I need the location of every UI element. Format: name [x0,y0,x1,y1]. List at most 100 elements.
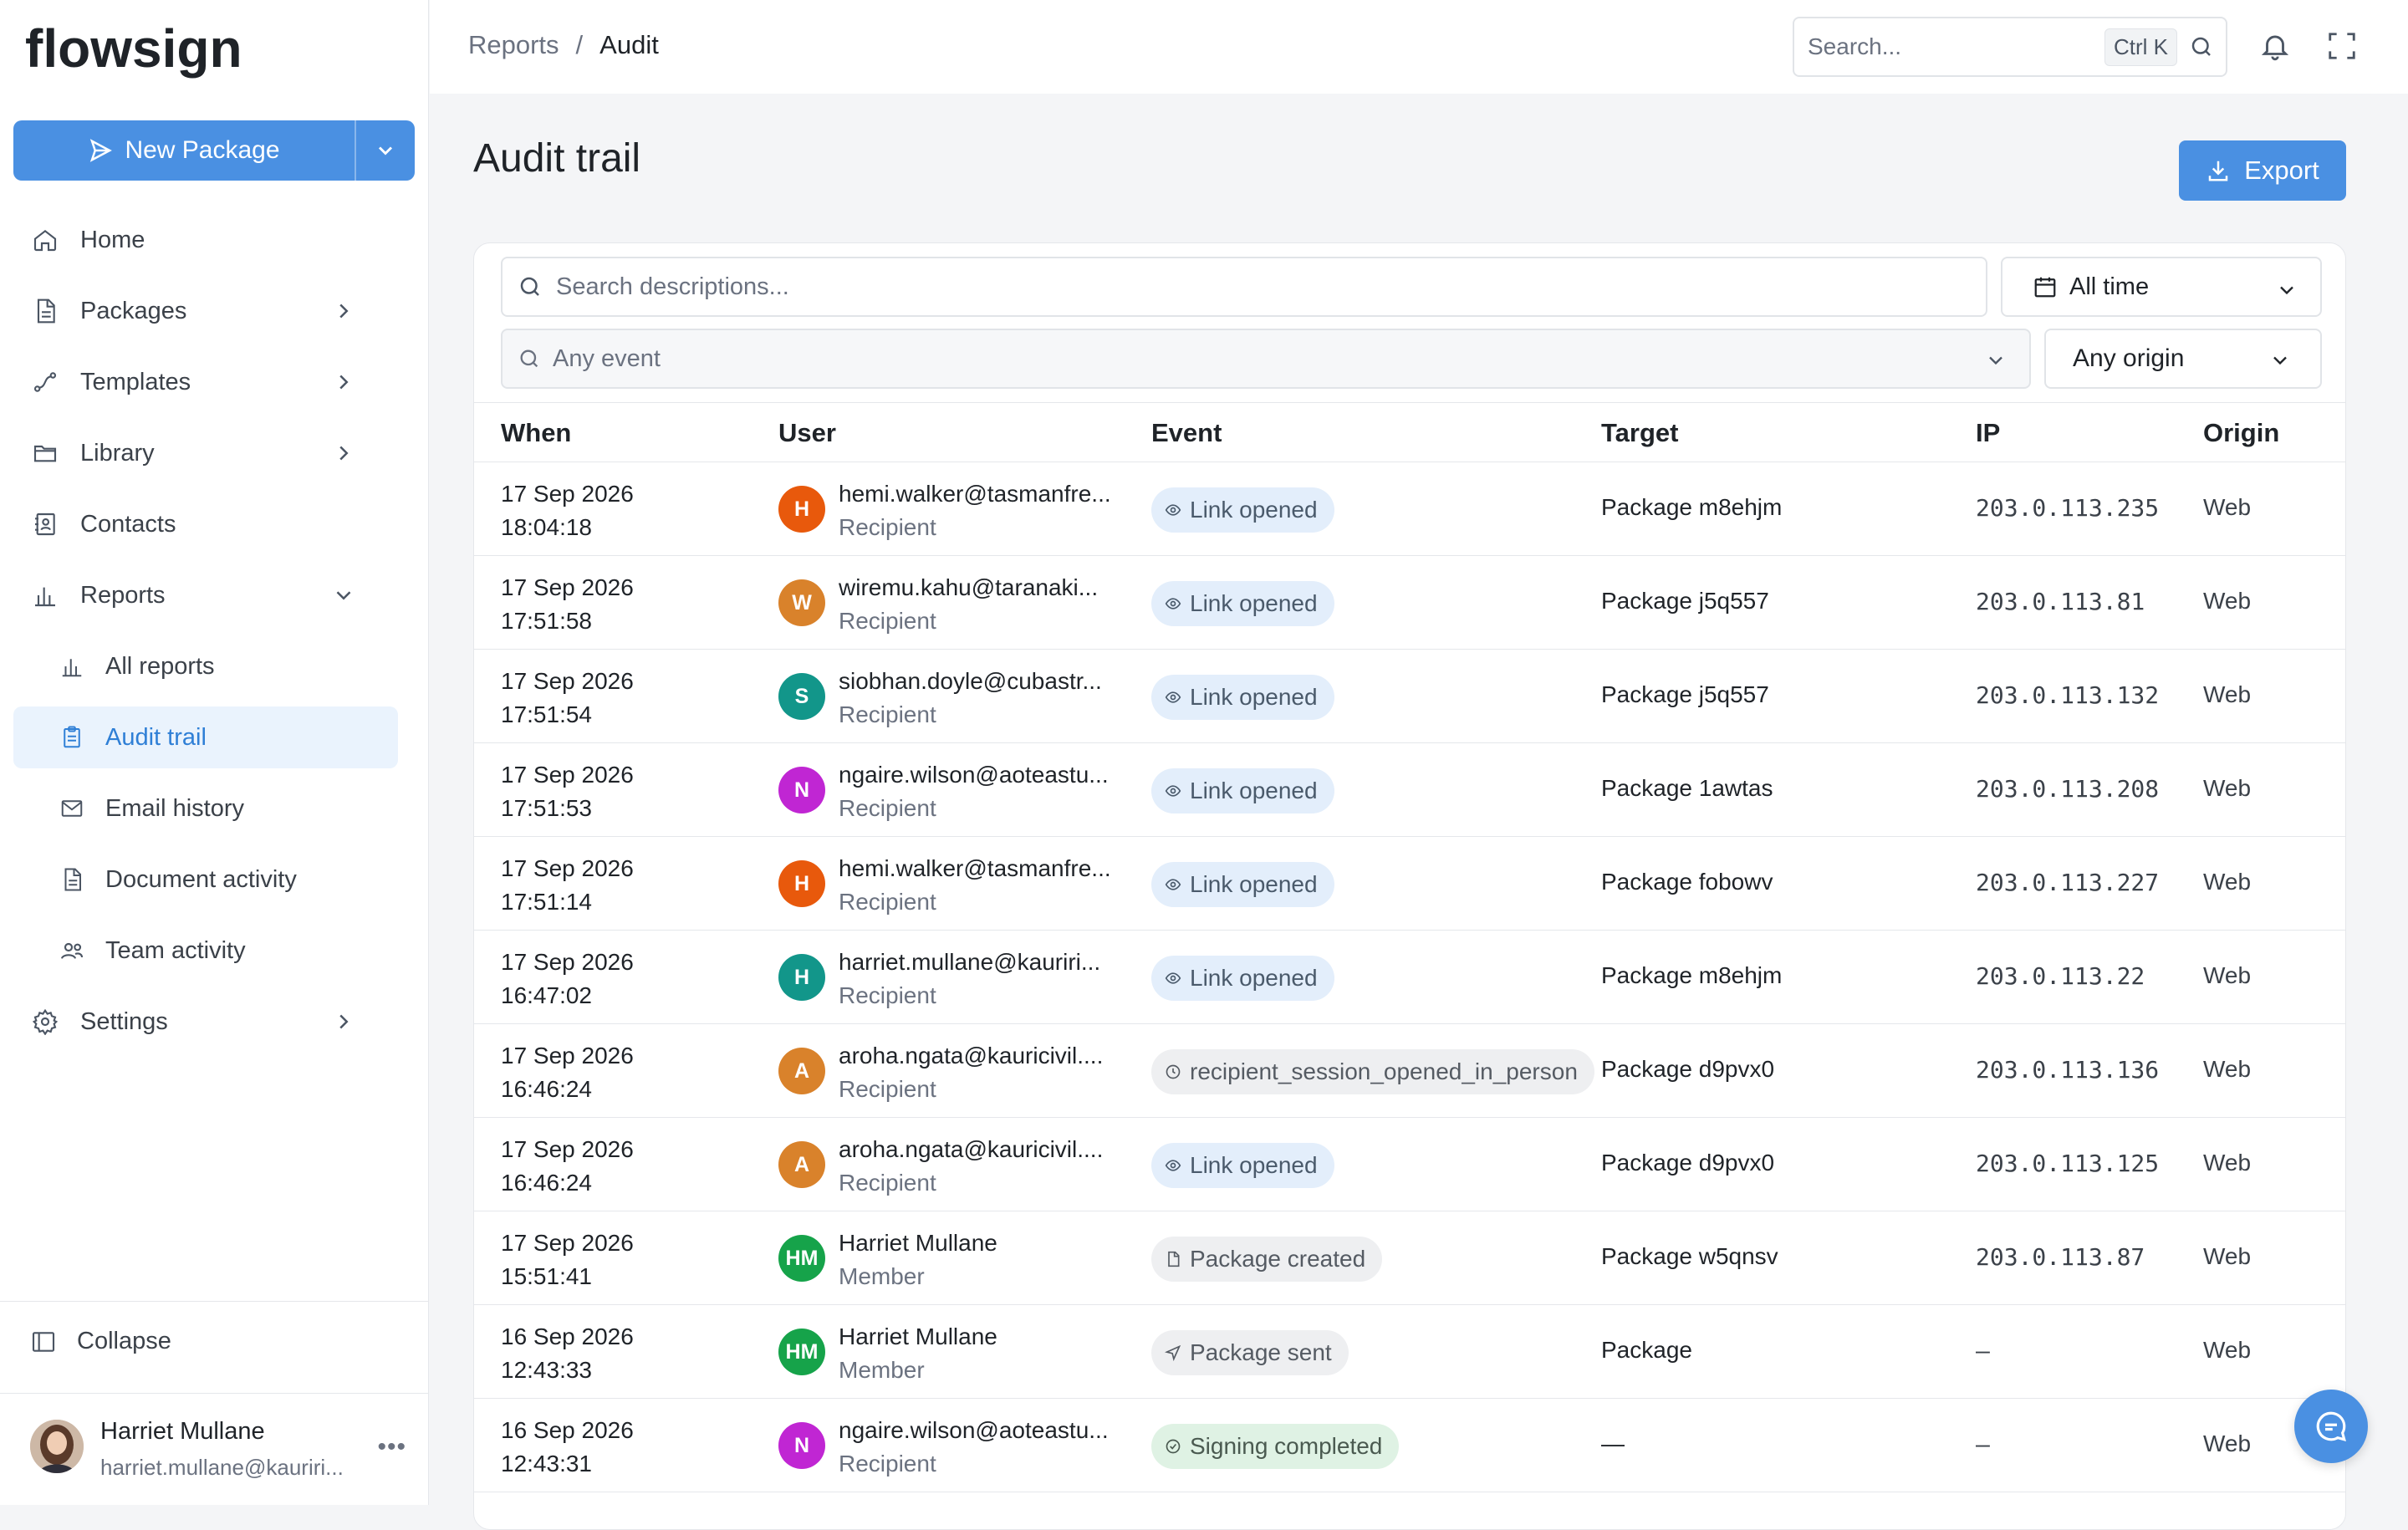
cell-user-name[interactable]: hemi.walker@tasmanfre... [839,852,1111,885]
cell-user: ngaire.wilson@aoteastu... Recipient [839,758,1109,825]
cell-target[interactable]: Package m8ehjm [1601,962,1782,989]
sidebar-item-library[interactable]: Library [13,422,398,484]
cell-user-role: Recipient [839,514,936,540]
sidebar-item-templates[interactable]: Templates [13,351,398,413]
cell-ip: — [1976,1337,1990,1364]
cell-user-name[interactable]: Harriet Mullane [839,1320,997,1354]
more-options-icon[interactable]: ••• [377,1433,406,1461]
new-package-button[interactable]: New Package [13,120,355,181]
column-header-origin[interactable]: Origin [2203,418,2279,448]
event-label: Link opened [1190,497,1318,523]
event-type-select[interactable]: Any event [501,329,2031,389]
sidebar-item-team-activity[interactable]: Team activity [13,920,398,982]
cell-user-name[interactable]: ngaire.wilson@aoteastu... [839,1414,1109,1447]
column-header-target[interactable]: Target [1601,418,1678,448]
cell-user-name[interactable]: wiremu.kahu@taranaki... [839,571,1098,604]
table-row[interactable]: 17 Sep 2026 18:04:18 Hhemi.walker@tasmanfr… [474,462,2345,556]
cell-user: harriet.mullane@kauriri... Recipient [839,946,1100,1012]
cell-user-name[interactable]: harriet.mullane@kauriri... [839,946,1100,979]
cell-user-name[interactable]: aroha.ngata@kauricivil.... [839,1133,1103,1166]
notifications-bell-icon[interactable] [2259,30,2291,62]
breadcrumb-current: Audit [599,30,659,59]
sidebar-item-settings[interactable]: Settings [13,991,398,1053]
column-header-when[interactable]: When [501,418,571,448]
sidebar: flowsign New Package Home Packages Templ… [0,0,429,1505]
avatar: N [778,767,825,813]
table-row[interactable]: 17 Sep 2026 17:51:58 Wwiremu.kahu@taranaki… [474,556,2345,650]
sidebar-item-label: Audit trail [105,723,207,751]
export-button[interactable]: Export [2179,140,2346,201]
avatar: H [778,954,825,1001]
user-menu[interactable]: Harriet Mullane harriet.mullane@kauriri.… [30,1416,406,1488]
time-range-select[interactable]: All time [2001,257,2322,317]
sidebar-item-packages[interactable]: Packages [13,280,398,342]
cell-target[interactable]: Package d9pvx0 [1601,1056,1774,1083]
cell-date: 16 Sep 2026 [501,1323,634,1349]
flowsign-logo[interactable]: flowsign [25,18,259,82]
sidebar-item-audit-trail[interactable]: Audit trail [13,706,398,768]
cell-user-name[interactable]: aroha.ngata@kauricivil.... [839,1039,1103,1073]
cell-when: 17 Sep 2026 17:51:54 [501,665,634,732]
description-search-input[interactable]: Search descriptions... [501,257,1987,317]
cell-user-name[interactable]: ngaire.wilson@aoteastu... [839,758,1109,792]
cell-target[interactable]: Package [1601,1337,1692,1364]
cell-target[interactable]: Package j5q557 [1601,588,1769,615]
column-header-event[interactable]: Event [1151,418,1222,448]
cell-user-name[interactable]: siobhan.doyle@cubastr... [839,665,1102,698]
fullscreen-icon[interactable] [2326,30,2358,62]
event-label: Signing completed [1190,1433,1383,1459]
origin-select[interactable]: Any origin [2044,329,2322,389]
chat-bubble-icon [2316,1411,2346,1441]
new-package-dropdown-button[interactable] [356,120,415,181]
chevron-right-icon [339,303,349,319]
cell-ip: 203.0.113.136 [1976,1056,2160,1084]
sidebar-item-all-reports[interactable]: All reports [13,635,398,697]
sidebar-item-reports[interactable]: Reports [13,564,398,626]
table-row[interactable]: 17 Sep 2026 15:51:41 HM Harriet Mullane Memb… [474,1211,2345,1305]
cell-origin: Web [2203,1150,2252,1176]
sidebar-item-contacts[interactable]: Contacts [13,493,398,555]
column-header-user[interactable]: User [778,418,836,448]
collapse-button[interactable]: Collapse [30,1328,171,1355]
table-row[interactable]: 17 Sep 2026 17:51:14 Hhemi.walker@tasmanfr… [474,837,2345,931]
cell-user-name[interactable]: hemi.walker@tasmanfre... [839,477,1111,511]
cell-origin: Web [2203,775,2252,801]
table-row[interactable]: 17 Sep 2026 17:51:54 Ssiobhan.doyle@cubast… [474,650,2345,743]
cell-when: 16 Sep 2026 12:43:33 [501,1320,634,1387]
event-label: Link opened [1190,965,1318,991]
cell-user-name[interactable]: Harriet Mullane [839,1227,997,1260]
table-row[interactable]: 17 Sep 2026 16:46:24 Aaroha.ngata@kauriciv… [474,1118,2345,1211]
cell-user-role: Recipient [839,1451,936,1476]
event-badge: Link opened [1151,768,1334,813]
global-search-input[interactable]: Search... Ctrl K [1793,17,2227,77]
cell-target[interactable]: Package m8ehjm [1601,494,1782,521]
cell-date: 17 Sep 2026 [501,1230,634,1256]
table-row[interactable]: 17 Sep 2026 16:46:24 Aaroha.ngata@kauriciv… [474,1024,2345,1118]
cell-target[interactable]: Package w5qnsv [1601,1243,1778,1270]
cell-target[interactable]: Package d9pvx0 [1601,1150,1774,1176]
table-row[interactable]: 16 Sep 2026 12:43:31 Nngaire.wilson@aoteas… [474,1399,2345,1492]
table-row[interactable]: 17 Sep 2026 16:47:02 Hharriet.mullane@kaur… [474,931,2345,1024]
sidebar-item-email-history[interactable]: Email history [13,778,398,839]
cell-time: 16:46:24 [501,1076,592,1102]
sidebar-item-home[interactable]: Home [13,209,398,271]
cell-when: 17 Sep 2026 16:47:02 [501,946,634,1012]
cell-target[interactable]: Package j5q557 [1601,681,1769,708]
breadcrumb-reports[interactable]: Reports [468,30,559,60]
sidebar-item-document-activity[interactable]: Document activity [13,849,398,910]
cell-target[interactable]: Package 1awtas [1601,775,1773,802]
chat-support-button[interactable] [2294,1390,2368,1463]
eye-icon [1165,595,1181,612]
home-icon [30,225,60,255]
cell-target[interactable]: — [1601,1431,1625,1457]
table-row[interactable]: 17 Sep 2026 17:51:53 Nngaire.wilson@aoteas… [474,743,2345,837]
cell-date: 17 Sep 2026 [501,481,634,507]
table-row[interactable]: 16 Sep 2026 12:43:33 HM Harriet Mullane Memb… [474,1305,2345,1399]
column-header-ip[interactable]: IP [1976,418,2000,448]
event-badge: Link opened [1151,675,1334,720]
cell-when: 17 Sep 2026 17:51:14 [501,852,634,919]
sidebar-item-label: Email history [105,794,244,822]
cell-user: wiremu.kahu@taranaki... Recipient [839,571,1098,638]
cell-target[interactable]: Package fobowv [1601,869,1773,895]
eye-icon [1165,783,1181,799]
